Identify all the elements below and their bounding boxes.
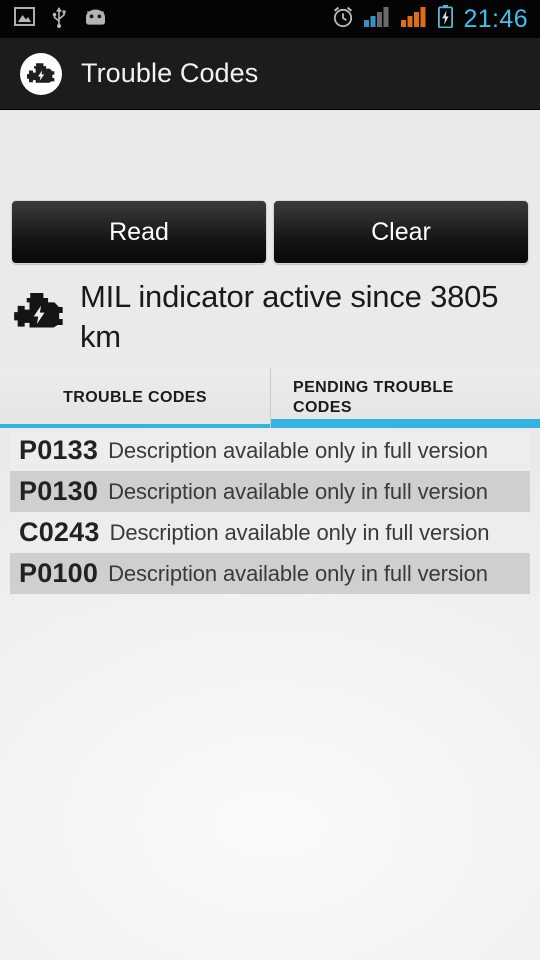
read-button[interactable]: Read bbox=[11, 200, 267, 264]
status-bar-notification-icons bbox=[0, 6, 332, 33]
mil-status-banner: MIL indicator active since 3805 km bbox=[0, 277, 540, 356]
clear-button[interactable]: Clear bbox=[273, 200, 529, 264]
app-screen: 21:46 Trouble Codes Read Clear MIL indic… bbox=[0, 0, 540, 960]
tab-trouble-codes-indicator bbox=[0, 424, 270, 428]
trouble-code-id: P0130 bbox=[19, 476, 99, 506]
status-bar-system-icons: 21:46 bbox=[332, 5, 540, 33]
trouble-code-id: C0243 bbox=[19, 517, 100, 547]
trouble-code-description: Description available only in full versi… bbox=[108, 437, 488, 463]
action-bar: Trouble Codes bbox=[0, 38, 540, 110]
trouble-code-id: P0100 bbox=[19, 558, 99, 588]
signal-bars-sim2-icon bbox=[401, 6, 428, 32]
status-bar-clock: 21:46 bbox=[463, 4, 528, 33]
signal-bars-sim1-icon bbox=[364, 6, 391, 32]
trouble-code-row[interactable]: C0243 Description available only in full … bbox=[10, 512, 530, 553]
tab-trouble-codes[interactable]: TROUBLE CODES bbox=[0, 368, 270, 428]
usb-icon bbox=[51, 6, 67, 33]
android-robot-icon bbox=[83, 8, 108, 30]
tab-pending-trouble-codes-indicator bbox=[271, 419, 540, 428]
action-button-row: Read Clear bbox=[0, 200, 540, 264]
trouble-code-id: P0133 bbox=[19, 435, 99, 465]
trouble-code-description: Description available only in full versi… bbox=[108, 560, 488, 586]
gallery-image-icon bbox=[14, 7, 35, 31]
tab-pending-trouble-codes-label: PENDING TROUBLE CODES bbox=[293, 379, 454, 416]
tab-trouble-codes-label: TROUBLE CODES bbox=[63, 389, 207, 406]
trouble-code-row[interactable]: P0100 Description available only in full … bbox=[10, 553, 530, 594]
trouble-code-row[interactable]: P0130 Description available only in full … bbox=[10, 471, 530, 512]
trouble-code-list: P0133 Description available only in full … bbox=[10, 430, 530, 594]
trouble-code-description: Description available only in full versi… bbox=[109, 519, 490, 545]
alarm-clock-icon bbox=[332, 6, 354, 33]
status-bar: 21:46 bbox=[0, 0, 540, 38]
check-engine-icon bbox=[14, 277, 66, 336]
page-title: Trouble Codes bbox=[81, 58, 259, 88]
check-engine-icon bbox=[20, 52, 62, 95]
tab-bar: TROUBLE CODES PENDING TROUBLE CODES bbox=[0, 368, 540, 428]
trouble-code-description: Description available only in full versi… bbox=[108, 478, 488, 504]
tab-pending-trouble-codes[interactable]: PENDING TROUBLE CODES bbox=[270, 368, 540, 428]
mil-status-text: MIL indicator active since 3805 km bbox=[80, 279, 499, 354]
battery-charging-icon bbox=[438, 5, 454, 33]
trouble-code-row[interactable]: P0133 Description available only in full … bbox=[10, 430, 530, 471]
